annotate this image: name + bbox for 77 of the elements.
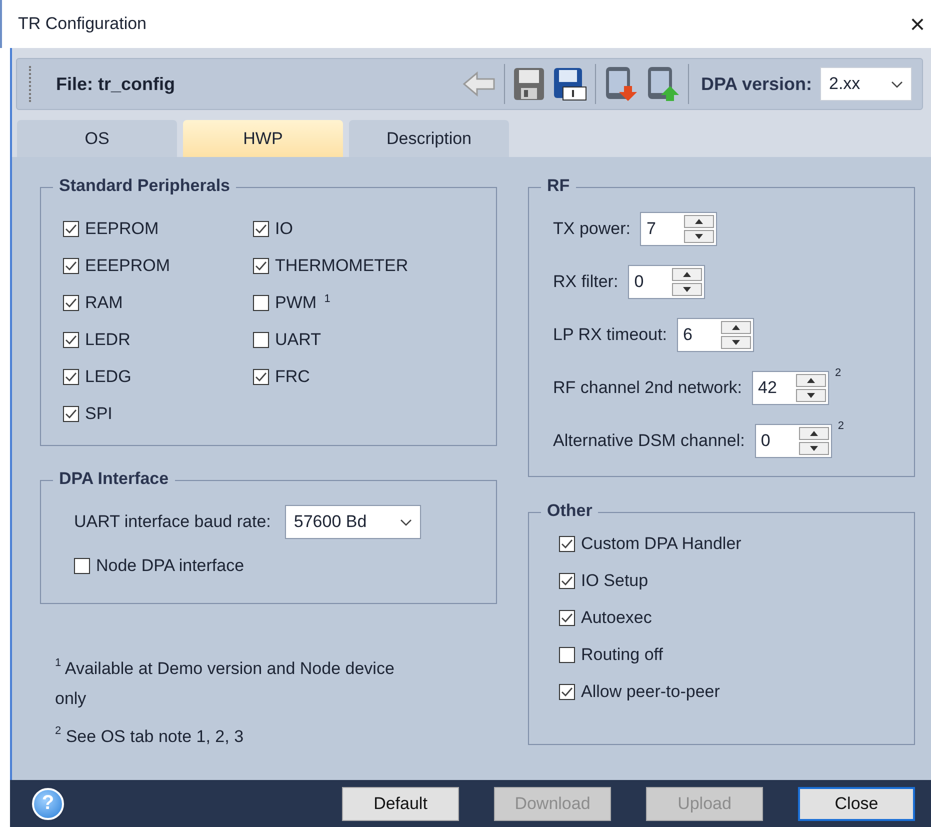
field-label: UART interface baud rate: <box>74 512 271 532</box>
field-label: TX power: <box>553 218 630 239</box>
field-label: RX filter: <box>553 272 618 292</box>
checkbox[interactable] <box>253 294 269 311</box>
spin-up-icon[interactable] <box>721 320 752 334</box>
checkbox[interactable] <box>559 572 575 589</box>
field-label: Alternative DSM channel: <box>553 430 745 451</box>
checkbox[interactable] <box>74 558 90 574</box>
checkbox[interactable] <box>63 220 79 237</box>
checkbox-label: PWM $^{1}$ <box>275 292 330 313</box>
tab[interactable]: OS <box>17 120 177 158</box>
tab[interactable]: HWP <box>183 120 343 158</box>
spin-up-icon[interactable] <box>684 214 714 228</box>
checkbox[interactable] <box>63 332 79 348</box>
group-title: Standard Peripherals <box>53 176 236 196</box>
checkbox[interactable] <box>253 368 269 385</box>
checkbox-label: Routing off <box>581 644 663 665</box>
checkbox[interactable] <box>559 536 575 552</box>
checkbox-label: RAM <box>85 292 123 313</box>
field-label: RF channel 2nd network: <box>553 378 742 398</box>
checkbox-label: THERMOMETER <box>275 256 408 276</box>
device-upload-icon[interactable] <box>646 66 680 102</box>
checkbox[interactable] <box>63 294 79 311</box>
checkbox-label: LEDR <box>85 330 130 350</box>
dialog-button[interactable]: Close <box>798 786 915 821</box>
spin-field[interactable]: 42 <box>752 370 829 405</box>
checkbox-label: SPI <box>85 404 112 424</box>
footnote: $^{2}$ See OS tab note 1, 2, 3 <box>55 724 245 748</box>
footnote: $^{1}$ Available at Demo version and Node device only <box>55 656 396 710</box>
field-label: DPA version: <box>700 74 812 95</box>
checkbox-label: EEPROM <box>85 218 159 239</box>
floppy-disk-icon[interactable] <box>552 67 587 102</box>
checkbox-label: Custom DPA Handler <box>581 534 742 554</box>
checkbox-label: LEDG <box>85 366 132 387</box>
baud-rate-dropdown[interactable]: 57600 Bd <box>284 505 421 540</box>
spin-up-icon[interactable] <box>672 268 702 281</box>
checkbox[interactable] <box>559 684 575 700</box>
file-name: File: tr_config <box>56 74 176 95</box>
checkbox[interactable] <box>253 332 269 348</box>
spin-down-icon[interactable] <box>672 282 702 296</box>
close-button[interactable]: × <box>910 8 925 40</box>
checkbox-label: Autoexec <box>581 608 652 628</box>
checkbox-label: IO <box>275 218 293 239</box>
spin-field[interactable]: 6 <box>677 318 754 352</box>
spin-field[interactable]: 0 <box>754 424 832 458</box>
footnote-mark: 2 <box>838 420 844 432</box>
spin-down-icon[interactable] <box>798 442 829 455</box>
checkbox[interactable] <box>63 258 79 274</box>
checkbox[interactable] <box>63 406 79 422</box>
checkbox-label: FRC <box>275 366 310 387</box>
chevron-down-icon <box>891 80 903 88</box>
field-label: LP RX timeout: <box>553 324 668 345</box>
checkbox-label: IO Setup <box>581 570 648 591</box>
spin-up-icon[interactable] <box>798 426 829 440</box>
spin-down-icon[interactable] <box>796 388 826 402</box>
dialog-button[interactable]: Default <box>342 786 459 821</box>
tab[interactable]: Description <box>349 120 509 158</box>
checkbox[interactable] <box>63 368 79 385</box>
checkbox[interactable] <box>559 610 575 626</box>
spin-up-icon[interactable] <box>796 374 826 387</box>
device-download-icon[interactable] <box>604 66 638 102</box>
checkbox[interactable] <box>559 646 575 663</box>
checkbox-label: UART <box>275 330 321 350</box>
window-title: TR Configuration <box>18 14 147 34</box>
checkbox-label: EEEPROM <box>85 256 170 276</box>
spin-field[interactable]: 0 <box>628 264 706 299</box>
checkbox-label: Node DPA interface <box>96 556 244 576</box>
checkbox[interactable] <box>253 220 269 237</box>
checkbox[interactable] <box>253 258 269 274</box>
footnote-mark: 2 <box>835 367 842 380</box>
spin-field[interactable]: 7 <box>640 212 718 246</box>
checkbox-label: Allow peer-to-peer <box>581 682 720 702</box>
spin-down-icon[interactable] <box>721 336 752 349</box>
spin-down-icon[interactable] <box>684 230 714 243</box>
chevron-down-icon <box>400 518 412 526</box>
version-dropdown[interactable]: 2.xx <box>820 67 912 102</box>
grip-icon <box>29 66 34 102</box>
